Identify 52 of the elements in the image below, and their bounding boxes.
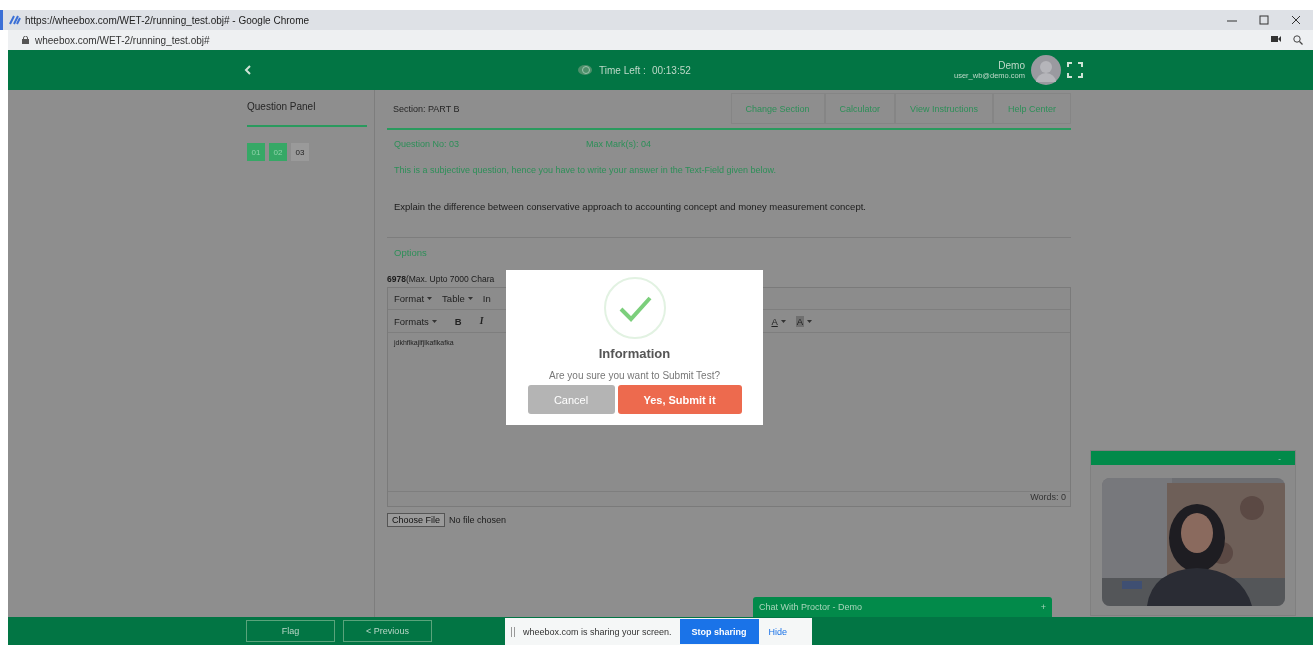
text-color-button[interactable]: A [771,315,786,327]
caret-icon [431,319,437,323]
address-bar[interactable]: wheebox.com/WET-2/running_test.obj# [35,34,210,46]
caret-icon [807,319,813,323]
expand-toggle[interactable]: + [1040,602,1046,612]
formats-menu[interactable]: Formats [394,315,437,327]
word-count: Words: 0 [388,491,1070,506]
timer-value: 00:13:52 [651,64,691,76]
italic-button[interactable]: I [479,316,484,326]
success-check-icon [602,276,667,340]
max-marks: Max Mark(s): 04 [586,139,652,149]
chat-bar[interactable]: Chat With Proctor - Demo + [753,597,1052,617]
avatar-icon [1031,55,1061,85]
fullscreen-icon[interactable] [1067,62,1083,78]
close-icon[interactable] [1291,15,1301,25]
question-number[interactable]: 03 [291,143,309,161]
choose-file-button[interactable]: Choose File [387,513,446,527]
character-count: 6978(Max. Upto 7000 Chara [387,274,495,284]
caret-icon [427,297,433,300]
question-text: Explain the difference between conservative approach to accounting concept and money measurement concept. [393,200,867,212]
caret-icon [467,297,473,300]
menu-item[interactable]: Table [442,293,473,304]
section-label: Section: PART B [392,104,460,114]
menu-item[interactable]: Format [394,293,433,304]
menu-item[interactable]: In [482,293,491,304]
bold-button[interactable]: B [454,315,462,327]
drag-handle-icon[interactable] [511,626,515,637]
hide-link[interactable]: Hide [768,626,788,637]
cancel-button[interactable]: Cancel [527,385,615,414]
dialog-message: Are you sure you want to Submit Test? [549,370,720,381]
timer-label: Time Left : [599,64,646,76]
footer-button[interactable]: Flag [246,620,335,642]
stop-sharing-button[interactable]: Stop sharing [679,619,759,644]
lock-icon [22,36,29,44]
site-logo-icon [9,15,21,25]
footer-button[interactable]: < Previous [343,620,432,642]
panel-title: Question Panel [247,98,367,127]
dialog-title: Information [598,346,671,361]
chat-title: Chat With Proctor - Demo [759,602,863,612]
zoom-icon[interactable] [1293,35,1303,45]
question-number-label: Question No: 03 [394,139,460,149]
instruction-text: This is a subjective question, hence you have to write your answer in the Text-Field given below. [393,164,778,175]
user-name: Demo [998,60,1025,71]
back-icon[interactable] [244,65,252,75]
window-title: https://wheebox.com/WET-2/running_test.obj# - Google Chrome [25,14,310,26]
options-label: Options [394,247,427,258]
caret-icon [780,319,786,323]
camera-icon[interactable] [1271,35,1281,43]
maximize-icon[interactable] [1259,15,1269,25]
file-status: No file chosen [449,515,507,525]
share-message: wheebox.com is sharing your screen. [523,626,672,637]
confirm-button[interactable]: Yes, Submit it [617,385,742,414]
